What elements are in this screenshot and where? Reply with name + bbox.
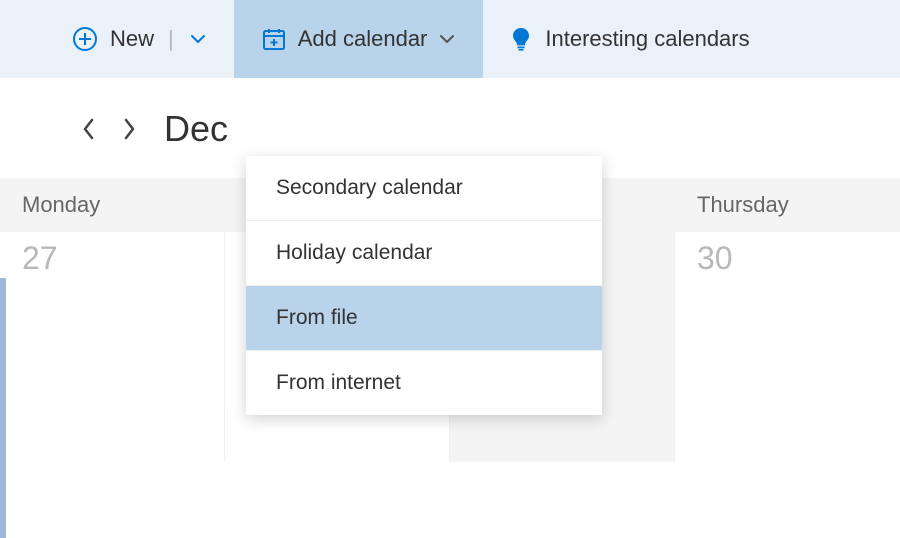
left-accent-bar [0, 278, 6, 538]
content-area: Dec Monday esday Thursday 27 30 Secondar… [0, 78, 900, 462]
add-calendar-button[interactable]: Add calendar [234, 0, 484, 78]
day-header: Monday [0, 178, 225, 232]
chevron-down-icon[interactable] [190, 31, 206, 47]
lightbulb-icon [511, 26, 533, 52]
interesting-calendars-label: Interesting calendars [545, 26, 749, 52]
dropdown-item-from-internet[interactable]: From internet [246, 351, 602, 415]
dropdown-item-secondary-calendar[interactable]: Secondary calendar [246, 156, 602, 221]
new-label: New [110, 26, 154, 52]
plus-circle-icon [72, 26, 98, 52]
day-number: 27 [22, 240, 58, 276]
day-cell[interactable]: 27 [0, 232, 225, 462]
interesting-calendars-button[interactable]: Interesting calendars [483, 0, 777, 78]
dropdown-item-from-file[interactable]: From file [246, 286, 602, 351]
add-calendar-dropdown: Secondary calendar Holiday calendar From… [246, 156, 602, 415]
toolbar: New | Add calendar [0, 0, 900, 78]
day-cell[interactable]: 30 [675, 232, 900, 462]
separator: | [168, 26, 174, 52]
day-number: 30 [697, 240, 733, 276]
dropdown-item-holiday-calendar[interactable]: Holiday calendar [246, 221, 602, 286]
month-label: Dec [164, 108, 228, 150]
day-header: Thursday [675, 178, 900, 232]
next-month-button[interactable] [122, 121, 138, 137]
new-button[interactable]: New | [0, 0, 234, 78]
chevron-down-icon[interactable] [439, 31, 455, 47]
prev-month-button[interactable] [80, 121, 96, 137]
add-calendar-label: Add calendar [298, 26, 428, 52]
calendar-plus-icon [262, 27, 286, 51]
